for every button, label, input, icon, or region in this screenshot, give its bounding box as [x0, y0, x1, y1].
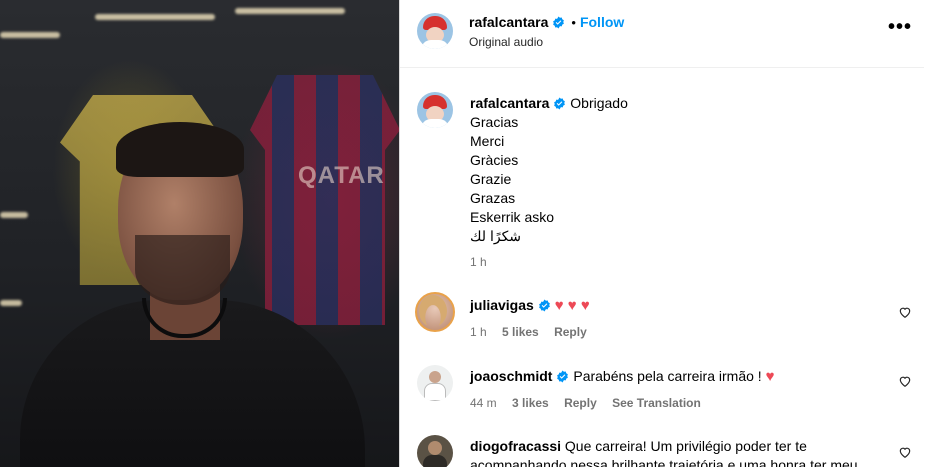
- audio-label[interactable]: Original audio: [469, 35, 543, 49]
- comment-meta: 1 h 5 likes Reply: [470, 325, 599, 339]
- verified-badge-icon: [538, 299, 550, 312]
- shelf-light: [0, 300, 22, 306]
- comment-username[interactable]: juliavigas: [470, 297, 534, 313]
- caption-time[interactable]: 1 h: [470, 255, 487, 269]
- video-player[interactable]: QATAR: [0, 0, 399, 467]
- barca-jersey: [250, 75, 399, 325]
- comment-text: joaoschmidt Parabéns pela carreira irmão…: [470, 367, 774, 386]
- caption-line: Grazie: [470, 171, 512, 187]
- shelf-light: [235, 8, 345, 14]
- comment-username[interactable]: joaoschmidt: [470, 368, 552, 384]
- avatar[interactable]: [417, 435, 453, 467]
- post-author-username[interactable]: rafalcantara: [469, 14, 548, 30]
- heart-outline-icon[interactable]: [898, 445, 912, 459]
- avatar[interactable]: [417, 13, 453, 49]
- header-user-row: rafalcantara • Follow: [469, 14, 624, 30]
- caption-line: Gracias: [470, 114, 519, 130]
- reply-button[interactable]: Reply: [564, 396, 597, 410]
- shelf-light: [95, 14, 215, 20]
- caption-line: Gràcies: [470, 152, 519, 168]
- verified-badge-icon: [557, 370, 569, 383]
- verified-badge-icon: [553, 16, 565, 29]
- heart-emoji: ♥ ♥ ♥: [554, 297, 590, 314]
- caption-username[interactable]: rafalcantara: [470, 95, 549, 111]
- heart-outline-icon[interactable]: [898, 374, 912, 388]
- caption-line: شكرًا لك: [470, 228, 522, 244]
- shelf-light: [0, 212, 28, 218]
- shelf-light: [0, 32, 60, 38]
- follow-button[interactable]: Follow: [580, 14, 624, 30]
- comment-text: diogofracassi Que carreira! Um privilégi…: [470, 437, 890, 467]
- caption-line: Eskerrik asko: [470, 209, 555, 225]
- jersey-sponsor-text: QATAR: [298, 162, 385, 189]
- reply-button[interactable]: Reply: [554, 325, 587, 339]
- comment-body: Parabéns pela carreira irmão !: [573, 368, 762, 384]
- more-options-icon[interactable]: •••: [888, 17, 912, 37]
- heart-emoji: ♥: [765, 368, 775, 385]
- caption-meta: 1 h: [470, 255, 499, 269]
- comment-time[interactable]: 44 m: [470, 396, 497, 410]
- person-hair: [116, 122, 244, 177]
- avatar[interactable]: [417, 92, 453, 128]
- comment-username[interactable]: diogofracassi: [470, 438, 561, 454]
- comment-likes[interactable]: 3 likes: [512, 396, 549, 410]
- separator-dot: •: [571, 15, 576, 30]
- comment-likes[interactable]: 5 likes: [502, 325, 539, 339]
- person-beard: [135, 235, 230, 305]
- avatar[interactable]: [415, 292, 455, 332]
- see-translation-button[interactable]: See Translation: [612, 396, 701, 410]
- avatar[interactable]: [417, 365, 453, 401]
- comment-text: juliavigas ♥ ♥ ♥: [470, 296, 590, 315]
- comment-time[interactable]: 1 h: [470, 325, 487, 339]
- post-header: rafalcantara • Follow Original audio •••: [400, 0, 924, 68]
- verified-badge-icon: [554, 97, 566, 110]
- caption-line: Merci: [470, 133, 505, 149]
- caption-line: Grazas: [470, 190, 516, 206]
- caption-text: rafalcantara Obrigado Gracias Merci Gràc…: [470, 94, 628, 246]
- caption-line: Obrigado: [570, 95, 628, 111]
- comment-body: Que carreira! Um privilégio poder ter te: [564, 438, 807, 454]
- comment-body-continued: acompanhando nessa brilhante trajetória …: [470, 457, 858, 467]
- comment-meta: 44 m 3 likes Reply See Translation: [470, 396, 713, 410]
- comments-panel: rafalcantara • Follow Original audio ••• r…: [399, 0, 933, 467]
- heart-outline-icon[interactable]: [898, 305, 912, 319]
